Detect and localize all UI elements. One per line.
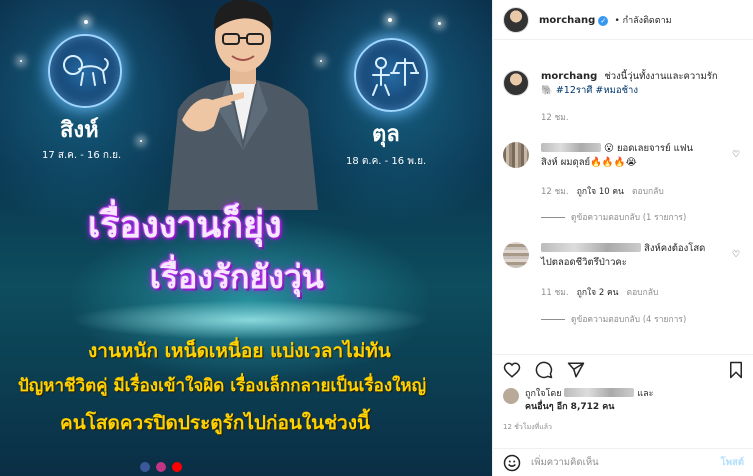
caption-username[interactable]: morchang	[541, 71, 597, 82]
poster-line-3: คนโสดควรปิดประตูรักไปก่อนในช่วงนี้	[60, 412, 370, 434]
liker-name-blurred[interactable]	[564, 388, 635, 397]
right-sign-name: ตุล	[372, 122, 400, 147]
liker-avatar[interactable]	[503, 388, 519, 404]
comment-like-heart-icon[interactable]: ♡	[732, 150, 740, 160]
post-header: morchang ✓ • กำลังติดตาม	[493, 0, 753, 40]
comment-username-blurred[interactable]	[541, 143, 601, 152]
comment-avatar[interactable]	[503, 142, 529, 168]
reply-button[interactable]: ตอบกลับ	[632, 187, 664, 197]
comment-text: 😮 ยอดเลยจารย์ แฟน	[604, 143, 693, 154]
likes-others[interactable]: คนอื่นๆ อีก 8,712 คน	[525, 402, 614, 412]
caption-avatar[interactable]	[503, 70, 529, 96]
comment-text-2: ไปตลอดชีวิตรึป่าวคะ	[541, 257, 627, 268]
add-comment-bar: เพิ่มความคิดเห็น โพสต์	[493, 448, 753, 476]
comment-time: 12 ชม.	[541, 187, 569, 197]
avatar[interactable]	[503, 6, 529, 33]
comment-text-2: สิงห์ ผมดุลย์🔥🔥🔥😭	[541, 157, 637, 168]
view-replies[interactable]: ดูข้อความตอบกลับ (1 รายการ)	[541, 210, 686, 224]
comment-time: 11 ชม.	[541, 288, 569, 298]
header-username[interactable]: morchang	[539, 15, 595, 26]
share-icon[interactable]	[567, 361, 585, 379]
likes-and: และ	[637, 389, 654, 399]
presenter-photo	[168, 0, 318, 210]
comment-meta: 12 ชม. ถูกใจ 10 คน ตอบกลับ	[541, 184, 664, 198]
leo-sign-icon	[48, 34, 122, 108]
left-sign-dates: 17 ส.ค. - 16 ก.ย.	[42, 150, 122, 161]
poster-social-footer	[140, 462, 182, 472]
facebook-icon	[140, 462, 150, 472]
caption-time: 12 ชม.	[541, 113, 569, 123]
liked-by-label: ถูกใจโดย	[525, 389, 562, 399]
post-image[interactable]: สิงห์ 17 ส.ค. - 16 ก.ย. ตุล 18 ต.ค. - 16…	[0, 0, 492, 476]
left-sign-name: สิงห์	[60, 118, 99, 143]
likes-summary: ถูกใจโดย และ คนอื่นๆ อีก 8,712 คน	[525, 388, 653, 414]
comment-1: 😮 ยอดเลยจารย์ แฟน สิงห์ ผมดุลย์🔥🔥🔥😭	[541, 142, 721, 170]
instagram-icon	[156, 462, 166, 472]
comment-like-heart-icon[interactable]: ♡	[732, 250, 740, 260]
view-replies-label[interactable]: ดูข้อความตอบกลับ (4 รายการ)	[571, 312, 686, 326]
follow-status[interactable]: • กำลังติดตาม	[614, 16, 671, 26]
poster-line-1: งานหนัก เหน็ดเหนื่อย แบ่งเวลาไม่ทัน	[88, 340, 391, 362]
reply-button[interactable]: ตอบกลับ	[627, 288, 659, 298]
poster-line-2: ปัญหาชีวิตคู่ มีเรื่องเข้าใจผิด เรื่องเล…	[18, 376, 427, 396]
post-sidebar: morchang ✓ • กำลังติดตาม morchang ช่วงนี้…	[492, 0, 753, 476]
caption-hashtags[interactable]: 🐘 #12ราศี #หมอช้าง	[541, 85, 638, 96]
post-button[interactable]: โพสต์	[721, 455, 744, 470]
view-replies-label[interactable]: ดูข้อความตอบกลับ (1 รายการ)	[571, 210, 686, 224]
comment-likes[interactable]: ถูกใจ 2 คน	[577, 288, 619, 298]
comment-avatar[interactable]	[503, 242, 529, 268]
post-time[interactable]: 12 ชั่วโมงที่แล้ว	[503, 422, 552, 433]
libra-sign-icon	[354, 38, 428, 112]
headline-work: เรื่องงานก็ยุ่ง	[88, 205, 282, 246]
verified-badge-icon: ✓	[598, 15, 609, 26]
comment-icon[interactable]	[535, 361, 553, 379]
glow-decoration	[70, 300, 430, 340]
comment-input[interactable]: เพิ่มความคิดเห็น	[531, 455, 721, 470]
bookmark-icon[interactable]	[727, 361, 745, 379]
headline-love: เรื่องรักยังวุ่น	[150, 258, 324, 296]
comment-text: สิงห์คงต้องโสด	[644, 243, 706, 254]
youtube-icon	[172, 462, 182, 472]
comment-username-blurred[interactable]	[541, 243, 641, 252]
right-sign-dates: 18 ต.ค. - 16 พ.ย.	[346, 156, 427, 167]
caption-text: ช่วงนี้วุ่นทั้งงานและความรัก	[604, 71, 718, 82]
comment-likes[interactable]: ถูกใจ 10 คน	[577, 187, 624, 197]
view-replies[interactable]: ดูข้อความตอบกลับ (4 รายการ)	[541, 312, 686, 326]
heart-icon[interactable]	[503, 361, 521, 379]
comment-2: สิงห์คงต้องโสด ไปตลอดชีวิตรึป่าวคะ	[541, 242, 726, 270]
emoji-icon[interactable]	[503, 454, 521, 472]
caption: morchang ช่วงนี้วุ่นทั้งงานและความรัก 🐘 …	[541, 70, 746, 98]
action-bar	[493, 354, 753, 384]
comment-meta: 11 ชม. ถูกใจ 2 คน ตอบกลับ	[541, 285, 658, 299]
